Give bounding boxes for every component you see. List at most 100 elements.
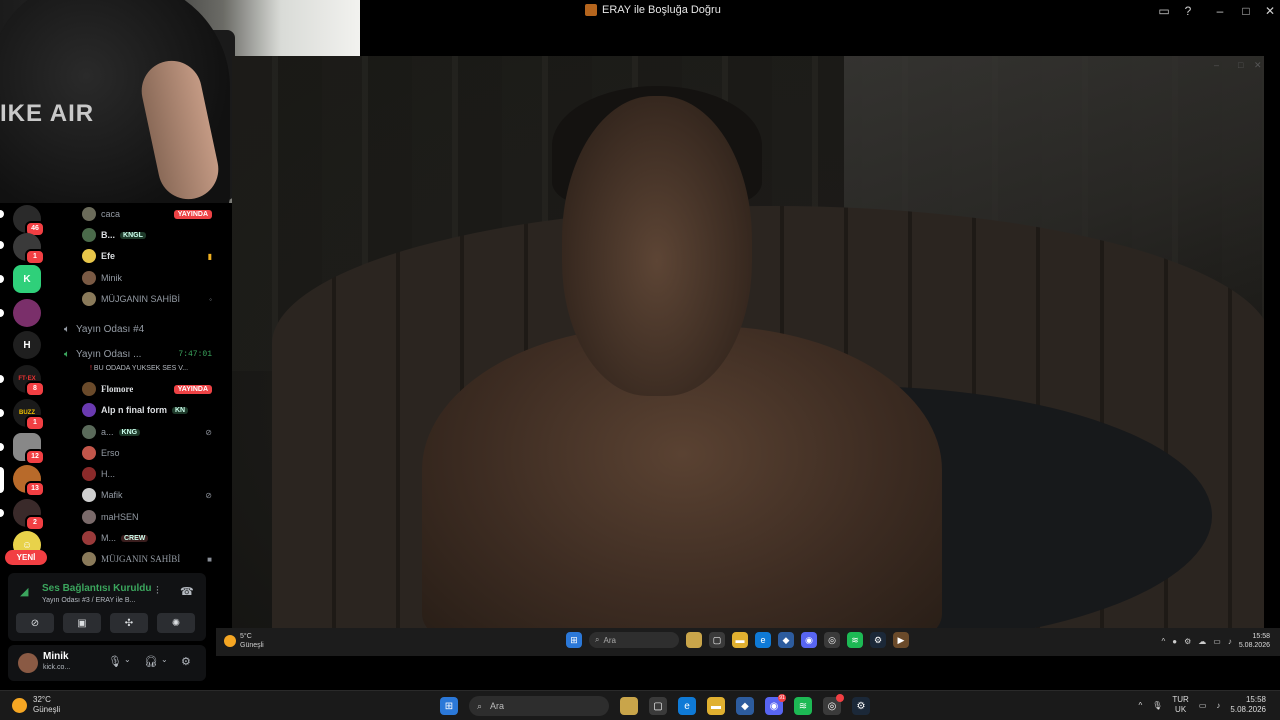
taskbar-clock[interactable]: 15:58 5.08.2026 xyxy=(1230,695,1266,715)
chevron-down-icon[interactable]: ⌄ xyxy=(124,655,131,664)
tray-volume-icon[interactable]: ♪ xyxy=(1216,701,1220,710)
folder-icon[interactable]: ▬ xyxy=(707,697,725,715)
system-tray: ^ 🎙︎ TUR UK ▭ ♪ 15:58 5.08.2026 xyxy=(1138,695,1266,715)
channel-timer: 7:47:01 xyxy=(178,349,212,359)
edge-icon[interactable]: e xyxy=(678,697,696,715)
member-item[interactable]: Mafik ⊘ xyxy=(82,486,212,504)
video-minimize-icon[interactable]: – xyxy=(1214,60,1219,70)
inner-temp: 5°C xyxy=(240,633,252,640)
minimize-icon[interactable]: – xyxy=(1212,3,1228,19)
guild-8[interactable]: 2 xyxy=(13,499,45,531)
guild-4[interactable] xyxy=(13,299,41,327)
soundboard-button[interactable]: ✺ xyxy=(157,613,195,633)
microphone-icon[interactable]: 🎙︎ xyxy=(108,655,122,668)
member-item[interactable]: caca YAYINDA xyxy=(82,205,212,223)
member-tag: KN xyxy=(172,406,189,414)
voice-status[interactable]: Ses Bağlantısı Kuruldu xyxy=(42,583,151,594)
guild-selected-badge: 13 xyxy=(25,481,45,497)
guild-3[interactable]: K xyxy=(13,265,41,293)
voice-channel-path[interactable]: Yayın Odası #3 / ERAY ile B... xyxy=(42,597,135,604)
avatar[interactable] xyxy=(18,653,38,673)
widget-icon[interactable] xyxy=(620,697,638,715)
avatar xyxy=(82,488,96,502)
stream-video[interactable]: – □ ✕ xyxy=(232,56,1264,628)
windows-start-icon[interactable]: ⊞ xyxy=(440,697,458,715)
shirt-print: IKE AIR xyxy=(0,100,95,127)
guild-t-badge: 12 xyxy=(25,449,45,465)
pip-icon[interactable]: ▭ xyxy=(1156,3,1172,19)
member-item[interactable]: Flomore YAYINDA xyxy=(82,380,212,398)
search-icon: ⌕ xyxy=(595,635,600,644)
guild-1[interactable]: 46 xyxy=(13,205,45,237)
video-person-head xyxy=(562,96,752,396)
guild-2[interactable]: 1 xyxy=(13,233,45,265)
language-indicator[interactable]: TUR UK xyxy=(1172,695,1188,715)
unread-pill xyxy=(0,375,4,383)
app-badge xyxy=(836,694,844,702)
help-icon[interactable]: ? xyxy=(1180,3,1196,19)
taskbar-search[interactable]: ⌕ Ara xyxy=(469,696,609,716)
tray-chevron-icon[interactable]: ^ xyxy=(1138,701,1142,710)
guild-buzz[interactable]: BUZZ 1 xyxy=(13,399,45,431)
voice-connection-panel: ◢ Ses Bağlantısı Kuruldu Yayın Odası #3 … xyxy=(8,573,206,641)
video-close-icon[interactable]: ✕ xyxy=(1254,60,1262,71)
close-icon[interactable]: ✕ xyxy=(1262,3,1278,19)
disconnect-icon[interactable]: ☎ xyxy=(180,585,194,598)
guild-h[interactable]: H xyxy=(13,331,41,359)
inner-taskbar: 5°C Güneşli ⊞ ⌕ Ara ▢ ▬ e ◆ ◉ ◎ ≋ ⚙ ▶ ^ … xyxy=(216,628,1280,656)
member-item[interactable]: a... KNG ⊘ xyxy=(82,423,212,441)
member-tag: KNGL xyxy=(120,231,146,239)
window-title-text: ERAY ile Boşluğa Doğru xyxy=(602,4,721,16)
member-item[interactable]: maHSEN xyxy=(82,508,212,526)
member-item[interactable]: Efe ▮ xyxy=(82,247,212,265)
unread-pill xyxy=(0,509,4,517)
avatar xyxy=(82,228,96,242)
unread-pill xyxy=(0,210,4,218)
weather-widget[interactable]: 32°C Güneşli xyxy=(12,695,60,715)
member-item[interactable]: H... xyxy=(82,465,212,483)
tray-steam-icon: ⚙ xyxy=(1184,636,1192,646)
taskbar-search-text: Ara xyxy=(490,701,505,711)
tray-mic-icon[interactable]: 🎙︎ xyxy=(1152,701,1162,710)
tray-network-icon[interactable]: ▭ xyxy=(1199,701,1207,710)
screen-share-button[interactable]: ▣ xyxy=(63,613,101,633)
member-item[interactable]: Minik xyxy=(82,269,212,287)
inner-time: 15:58 xyxy=(1252,633,1270,640)
task-view-icon[interactable]: ▢ xyxy=(649,697,667,715)
voice-channel-3[interactable]: 🔈︎ Yayın Odası ... 7:47:01 xyxy=(64,345,212,363)
maximize-icon[interactable]: □ xyxy=(1238,3,1254,19)
taskbar-center: ⊞ ⌕ Ara ▢ e ▬ ◆ ◉ 91 ≋ ◎ ⚙ xyxy=(440,694,870,716)
member-tag: KNG xyxy=(118,428,141,436)
avatar xyxy=(82,271,96,285)
member-item[interactable]: B... KNGL xyxy=(82,226,212,244)
member-item[interactable]: Erso xyxy=(82,444,212,462)
discord-icon[interactable]: ◉ 91 xyxy=(765,694,786,715)
noise-suppression-icon[interactable]: ⫶ xyxy=(156,585,159,598)
guild-ftex[interactable]: FT·EX 8 xyxy=(13,365,45,397)
guild-selected[interactable]: 13 xyxy=(13,465,45,497)
spotify-icon[interactable]: ≋ xyxy=(794,697,812,715)
weather-text: Güneşli xyxy=(33,705,61,714)
vpn-icon: ◆ xyxy=(778,632,794,648)
steam-icon[interactable]: ⚙ xyxy=(852,697,870,715)
activities-button[interactable]: ✣ xyxy=(110,613,148,633)
member-item[interactable]: M... CREW xyxy=(82,529,212,547)
avatar xyxy=(82,510,96,524)
chevron-down-icon[interactable]: ⌄ xyxy=(161,655,168,664)
camera-toggle-button[interactable]: ⊘ xyxy=(16,613,54,633)
video-maximize-icon[interactable]: □ xyxy=(1238,60,1243,70)
headphones-icon[interactable]: 🎧︎ xyxy=(144,655,158,668)
app-icon-2[interactable]: ◎ xyxy=(823,694,844,715)
new-badge[interactable]: YENİ xyxy=(5,550,47,565)
search-icon: ⌕ xyxy=(477,700,483,711)
voice-channel-4[interactable]: 🔈︎ Yayın Odası #4 xyxy=(64,320,212,338)
member-item[interactable]: MÜJGANIN SAHİBİ ◦ xyxy=(82,290,212,308)
guild-8-badge: 2 xyxy=(25,515,45,531)
vpn-icon[interactable]: ◆ xyxy=(736,697,754,715)
member-item[interactable]: MÜJGANIN SAHİBİ ■ xyxy=(82,550,212,568)
gear-icon[interactable]: ⚙ xyxy=(181,655,191,668)
guild-t[interactable]: 12 xyxy=(13,433,45,465)
inner-search-text: Ara xyxy=(603,635,616,645)
member-item[interactable]: Alp n final form KN xyxy=(82,401,212,419)
speaker-icon: 🔈︎ xyxy=(64,323,70,335)
